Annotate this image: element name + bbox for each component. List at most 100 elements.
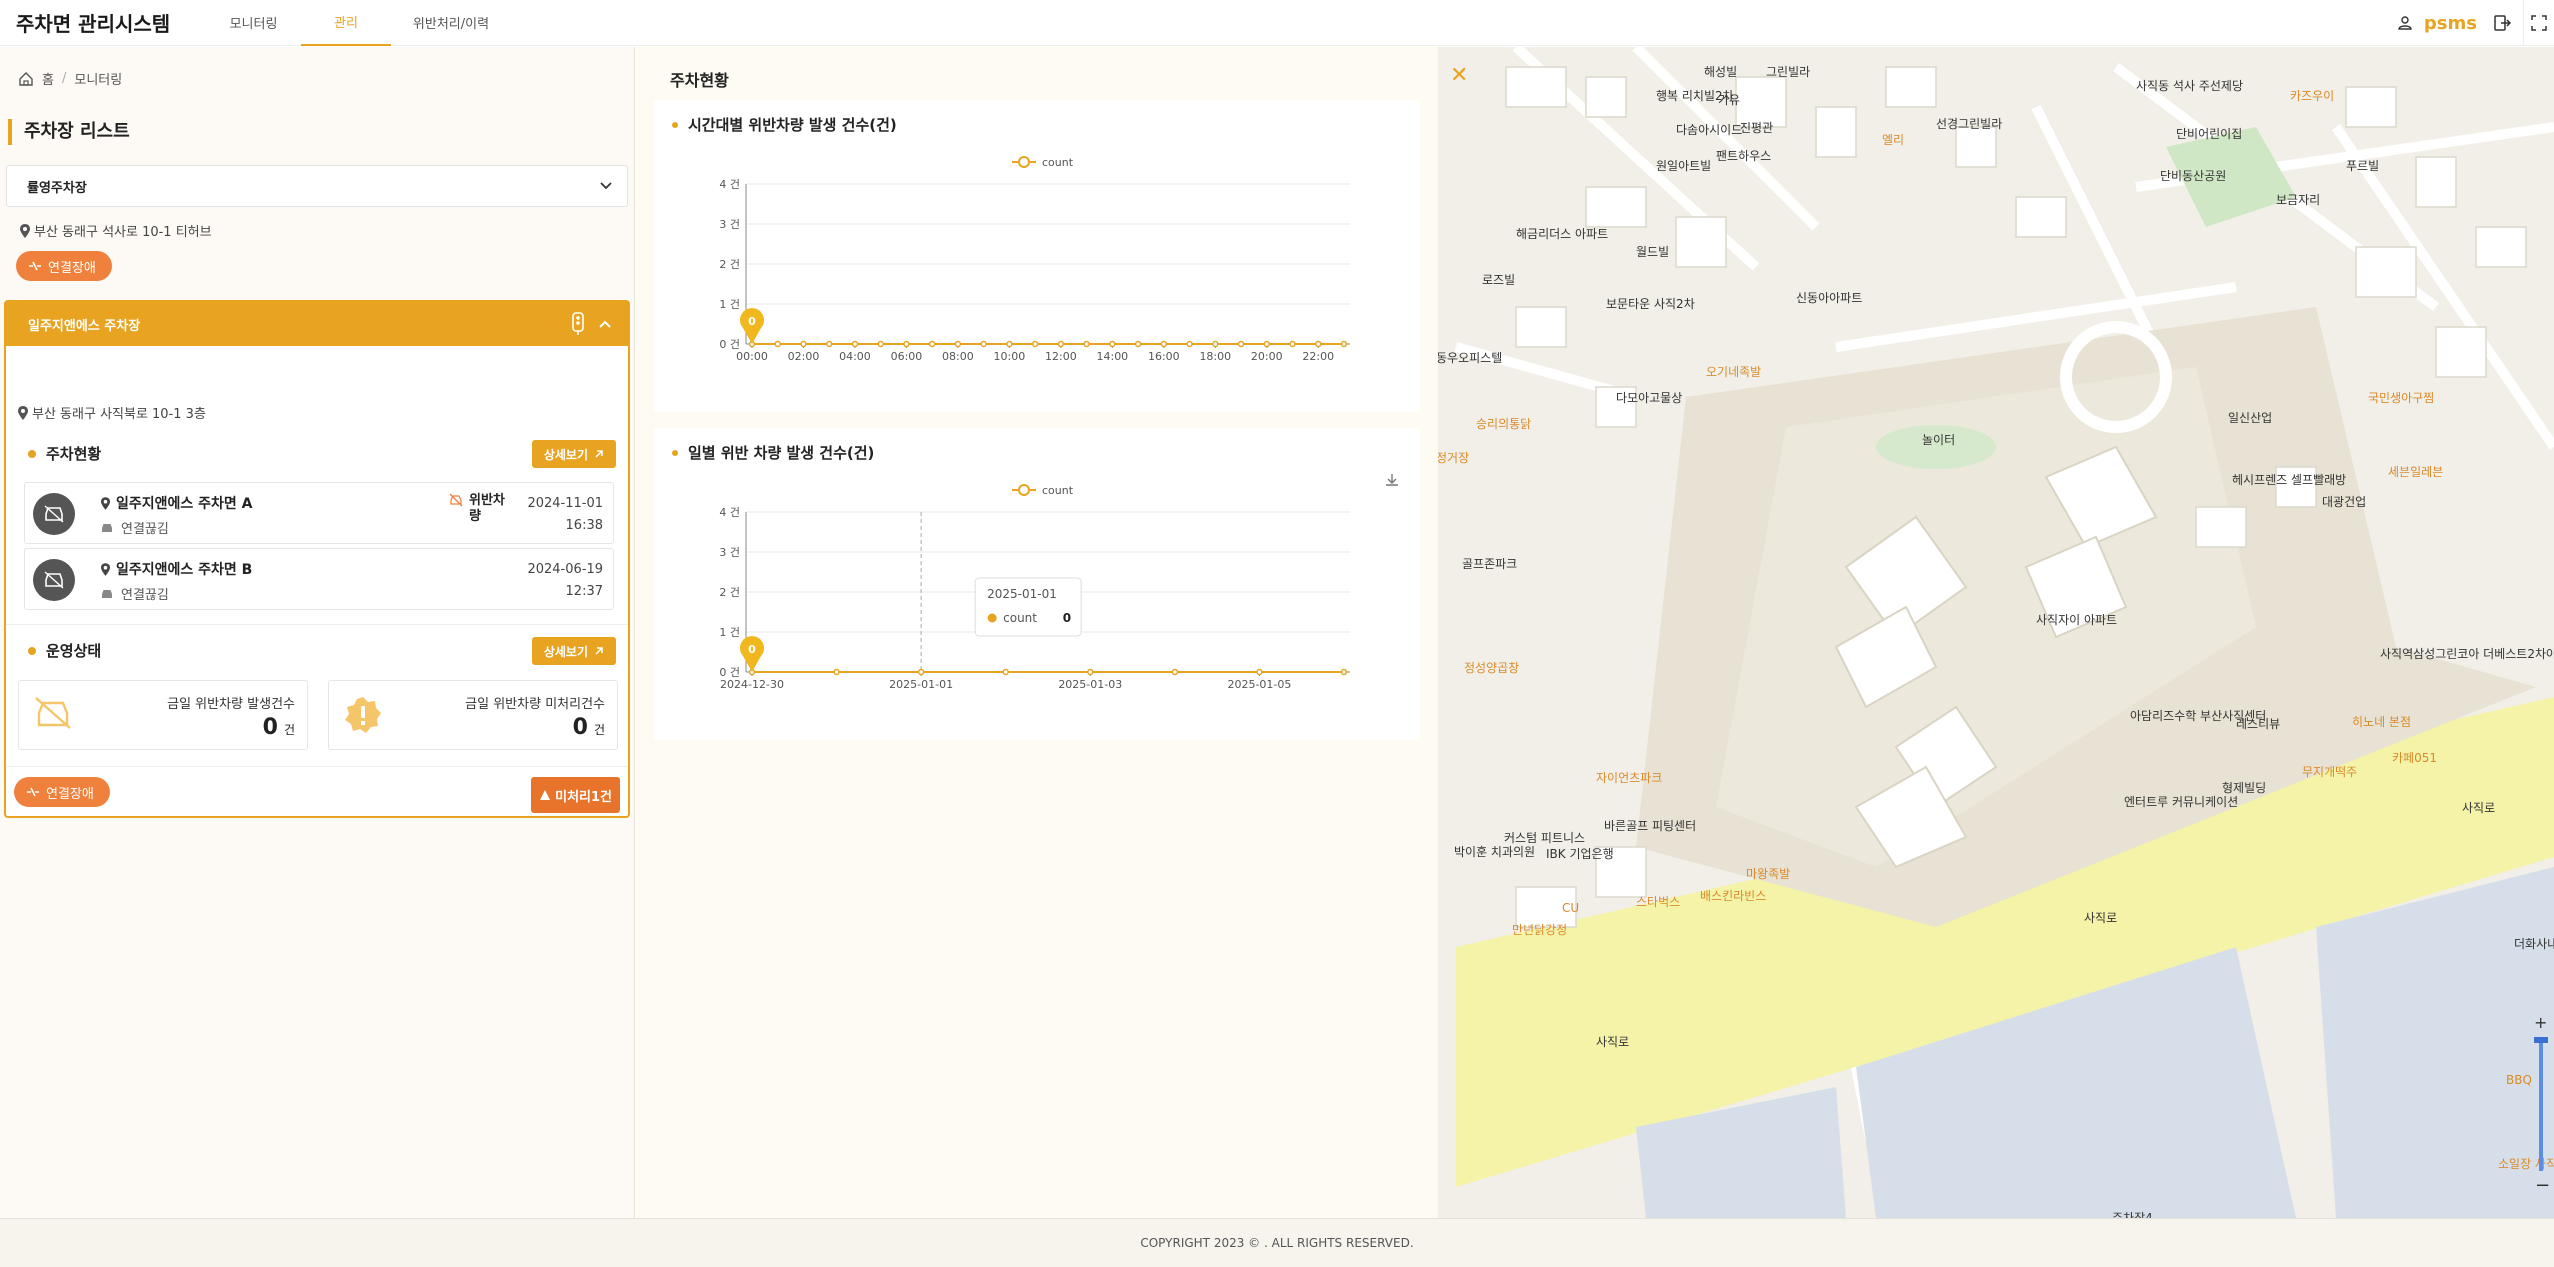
data-point (1171, 668, 1179, 676)
legend: count (1012, 156, 1074, 169)
chart-title-text: 일별 위반 차량 발생 건수(건) (688, 444, 875, 462)
data-point (1263, 340, 1271, 348)
x-tick-label: 18:00 (1199, 350, 1231, 363)
fullscreen-icon[interactable] (2524, 0, 2554, 46)
stat-number: 0 (262, 715, 278, 740)
operation-detail-button[interactable]: 상세보기 (531, 637, 616, 665)
chart-title-text: 시간대별 위반차량 발생 건수(건) (688, 116, 897, 134)
map-label: 사직로 (2462, 801, 2496, 815)
connection-error-badge[interactable]: 연결장애 (16, 251, 112, 281)
pin-label: 0 (748, 315, 756, 328)
parking-detail-button[interactable]: 상세보기 (531, 440, 616, 468)
top-header: 주차면 관리시스템 모니터링 관리 위반처리/이력 psms (0, 0, 2554, 46)
data-point (1031, 340, 1039, 348)
data-point (774, 340, 781, 348)
home-icon[interactable] (18, 71, 34, 87)
violation-indicator: 위반차량 (449, 493, 509, 525)
data-point (1340, 340, 1348, 348)
map-label: 배스킨라빈스 (1700, 889, 1767, 903)
tooltip-label: count (1003, 611, 1037, 625)
data-point (980, 340, 987, 348)
chart-tooltip: 2025-01-01 count 0 (974, 577, 1082, 637)
zoom-out-button[interactable]: − (2535, 1175, 2550, 1196)
parking-lot-card: 률영주차장 부산 동래구 석사로 10-1 티허브 연결장애 (6, 165, 628, 281)
x-tick-label: 2025-01-01 (889, 678, 953, 691)
close-icon[interactable]: ✕ (1450, 63, 1468, 88)
arrow-up-right-icon (595, 450, 603, 458)
tab-management[interactable]: 관리 (301, 0, 391, 46)
x-tick-label: 12:00 (1045, 350, 1077, 363)
map-label: 보금자리 (2276, 193, 2321, 207)
daily-violation-chart-card: 일별 위반 차량 발생 건수(건) count 0 건1 건2 건3 건4 건 20… (654, 428, 1420, 740)
data-point (1083, 340, 1090, 348)
tab-monitoring[interactable]: 모니터링 (206, 0, 301, 46)
tooltip-value: 0 (1063, 611, 1071, 625)
stat-value: 0건 (263, 715, 295, 740)
parking-lot-name: 일주지앤에스 주차장 (28, 318, 141, 334)
x-tick-label: 10:00 (994, 350, 1026, 363)
map-label: 카페051 (2392, 751, 2437, 765)
x-tick-label: 2025-01-05 (1227, 678, 1291, 691)
data-point (1134, 340, 1142, 348)
data-point (1186, 340, 1193, 348)
spot-status: 연결끊김 (101, 518, 169, 537)
unprocessed-button[interactable]: 미처리1건 (531, 777, 620, 813)
user-icon[interactable] (2390, 0, 2420, 46)
spot-time: 12:37 (565, 584, 603, 599)
map-label: 세븐일레븐 (2388, 465, 2444, 479)
data-point (800, 340, 807, 348)
data-point (928, 340, 936, 348)
app-title: 주차면 관리시스템 (16, 12, 171, 36)
location-pin-icon (18, 405, 28, 420)
parking-lot-header[interactable]: 일주지앤에스 주차장 (6, 302, 628, 346)
zoom-slider[interactable] (2539, 1041, 2543, 1171)
map-label: 사직자이 아파트 (2036, 613, 2118, 627)
map-label: 다솜아시이드 (1676, 123, 1743, 137)
download-icon[interactable] (1384, 472, 1400, 488)
value-pin: 0 (740, 308, 764, 344)
no-parking-icon (449, 493, 463, 507)
map-label: 푸르빌 (2346, 159, 2380, 173)
parking-spot-row[interactable]: 일주지앤에스 주차면 B 연결끊김 2024-06-19 12:37 (24, 548, 614, 610)
brand-name: psms (2423, 12, 2477, 34)
map-label: 놀이터 (1922, 433, 1956, 447)
stat-label: 금일 위반차량 발생건수 (167, 697, 295, 712)
car-small-icon (102, 523, 112, 532)
map-label: 엘리 (1882, 133, 1905, 147)
connection-error-badge[interactable]: 연결장애 (14, 777, 110, 807)
x-tick-label: 08:00 (942, 350, 974, 363)
logout-icon[interactable] (2487, 0, 2517, 46)
map-label: 선경그린빌라 (1936, 117, 2003, 131)
data-point (825, 340, 833, 348)
chevron-up-icon[interactable] (598, 319, 612, 329)
arrow-up-right-icon (595, 647, 603, 655)
parking-spot-row[interactable]: 일주지앤에스 주차면 A 연결끊김 위반차량 2024-11-01 16:38 (24, 482, 614, 544)
detail-button-label: 상세보기 (543, 644, 588, 659)
parking-lot-footer: 연결장애 미처리1건 (6, 766, 628, 816)
y-tick-label: 4 건 (719, 506, 740, 519)
map-label: 정성양곱창 (1464, 661, 1520, 675)
data-point (833, 668, 840, 676)
data-point (1237, 340, 1245, 348)
data-point (1256, 668, 1263, 676)
connection-error-label: 연결장애 (48, 260, 96, 276)
map-label: 무지개떡주 (2302, 765, 2358, 779)
overlay-title: 주차현황 (670, 71, 729, 90)
zoom-in-button[interactable]: + (2534, 1013, 2547, 1032)
tooltip-date: 2025-01-01 (987, 587, 1057, 601)
parking-lot-selector[interactable]: 률영주차장 (6, 165, 628, 207)
map-label: 커스텀 피트니스 (1504, 831, 1586, 845)
map-label: 신동아아파트 (1796, 291, 1863, 305)
tab-violation-history[interactable]: 위반처리/이력 (391, 0, 511, 46)
map-label: 다모아고물상 (1616, 391, 1683, 405)
map-label: 팬트하우스 (1716, 149, 1772, 163)
zoom-slider-handle[interactable] (2534, 1037, 2548, 1043)
footer: COPYRIGHT 2023 © . ALL RIGHTS RESERVED. (0, 1218, 2554, 1267)
today-violation-count-card: 금일 위반차량 발생건수 0건 (18, 680, 308, 750)
map-label: 주차장4 (2112, 1211, 2153, 1218)
map-label: 해금리더스 아파트 (1516, 227, 1609, 241)
map-label: 사직동 석사 주선제당 (2136, 79, 2243, 93)
data-point (851, 340, 859, 348)
breadcrumb-home[interactable]: 홈 (42, 69, 54, 88)
map-label: 국민생아구찜 (2368, 391, 2435, 405)
